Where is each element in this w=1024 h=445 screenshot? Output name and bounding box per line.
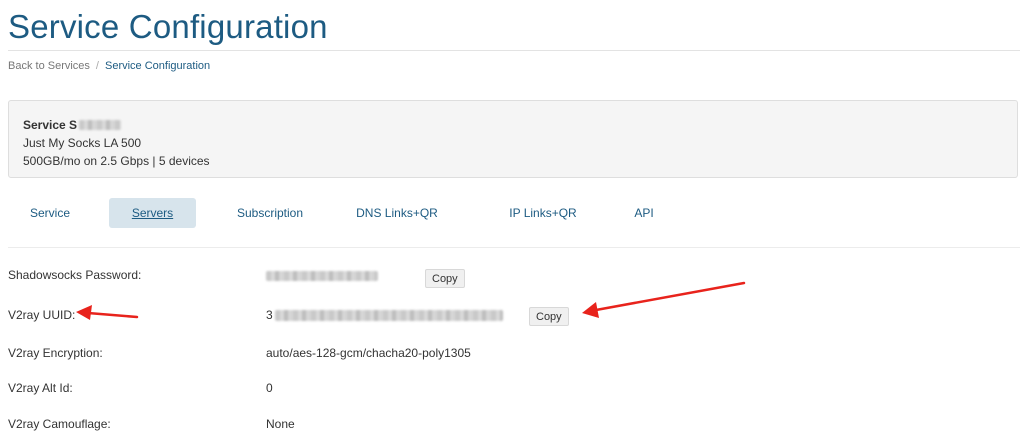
arrow-to-uuid-label <box>76 305 139 320</box>
annotation-arrows <box>76 281 746 320</box>
arrow-to-copy-button <box>582 281 746 318</box>
service-configuration-page: Service Configuration Back to Services / S… <box>0 0 1024 445</box>
